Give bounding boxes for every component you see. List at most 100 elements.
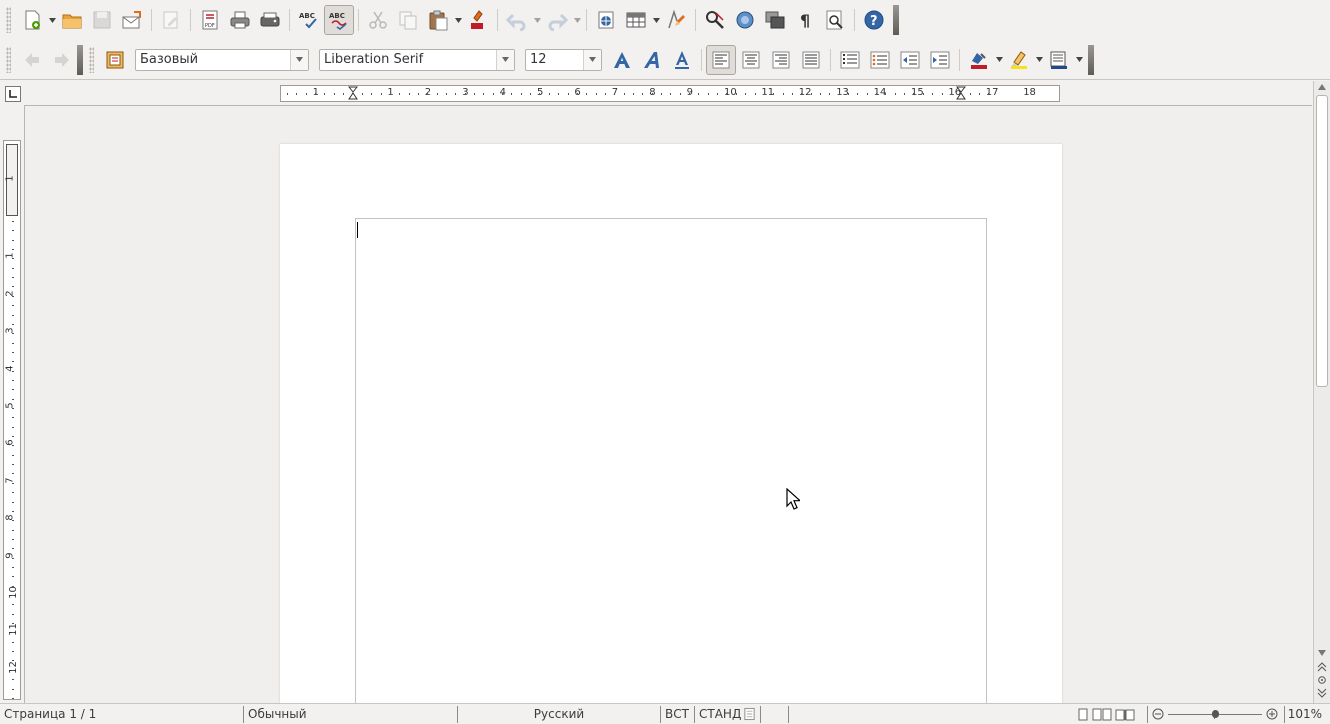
navigation-icon[interactable] <box>1317 675 1327 685</box>
digital-signature-indicator[interactable] <box>761 705 789 723</box>
redo-dropdown[interactable] <box>572 5 582 35</box>
document-page[interactable] <box>280 144 1062 703</box>
open-button[interactable] <box>57 5 87 35</box>
font-size-combo[interactable]: 12 <box>525 48 602 71</box>
indent-marker-icon[interactable] <box>348 86 358 100</box>
book-view-icon[interactable] <box>1115 708 1135 721</box>
paste-button[interactable] <box>423 5 453 35</box>
vertical-scrollbar[interactable] <box>1313 81 1330 703</box>
single-page-view-icon[interactable] <box>1077 708 1089 721</box>
clone-formatting-button[interactable] <box>463 5 493 35</box>
align-right-button[interactable] <box>766 45 796 75</box>
selection-mode-indicator[interactable]: СТАНД <box>695 706 741 723</box>
hyperlink-button[interactable] <box>591 5 621 35</box>
paragraph-style-dropdown[interactable] <box>290 49 308 70</box>
decrease-indent-button[interactable] <box>895 45 925 75</box>
indent-marker-icon[interactable] <box>956 86 967 100</box>
vertical-ruler[interactable]: 1 1 2 3 4 5 6 7 8 9 10 11 12 <box>3 140 21 718</box>
spelling-button[interactable]: ABC <box>294 5 324 35</box>
page-indicator[interactable]: Страница 1 / 1 <box>0 705 244 723</box>
navigator-button[interactable] <box>730 5 760 35</box>
underline-button[interactable] <box>667 45 697 75</box>
zoom-in-icon[interactable] <box>1266 708 1278 720</box>
multi-page-view-icon[interactable] <box>1092 708 1112 721</box>
font-name-combo[interactable]: Liberation Serif <box>319 48 515 71</box>
export-pdf-button[interactable]: PDF <box>195 5 225 35</box>
edit-mode-button[interactable] <box>156 5 186 35</box>
zoom-percentage-label: 101% <box>1287 707 1322 721</box>
toolbar-grip[interactable] <box>6 7 11 33</box>
highlight-dropdown[interactable] <box>1034 45 1044 75</box>
font-size-dropdown[interactable] <box>583 49 601 70</box>
zoom-slider-thumb[interactable] <box>1211 710 1219 718</box>
find-replace-button[interactable] <box>700 5 730 35</box>
chevron-down-icon <box>1035 57 1043 62</box>
forward-button[interactable] <box>47 45 77 75</box>
scroll-up-icon[interactable] <box>1318 84 1326 90</box>
insert-table-button[interactable] <box>621 5 651 35</box>
print-direct-button[interactable] <box>255 5 285 35</box>
undo-dropdown[interactable] <box>532 5 542 35</box>
tab-stop-selector[interactable] <box>5 86 21 102</box>
zoom-out-icon[interactable] <box>1152 708 1164 720</box>
toolbar-grip[interactable] <box>89 46 94 73</box>
previous-page-icon[interactable] <box>1317 662 1327 672</box>
highlight-button[interactable] <box>1004 45 1034 75</box>
text-cursor <box>357 222 358 238</box>
back-button[interactable] <box>17 45 47 75</box>
new-document-dropdown[interactable] <box>47 5 57 35</box>
background-color-button[interactable] <box>1044 45 1074 75</box>
scrollbar-thumb[interactable] <box>1316 95 1328 387</box>
redo-button[interactable] <box>542 5 572 35</box>
background-color-dropdown[interactable] <box>1074 45 1084 75</box>
show-draw-functions-button[interactable] <box>661 5 691 35</box>
toolbar-end-handle[interactable] <box>77 44 83 75</box>
insert-mode-indicator[interactable]: ВСТ <box>661 705 695 723</box>
undo-button[interactable] <box>502 5 532 35</box>
next-page-icon[interactable] <box>1317 688 1327 698</box>
copy-button[interactable] <box>393 5 423 35</box>
toolbar-end-handle[interactable] <box>1088 44 1094 75</box>
insert-table-dropdown[interactable] <box>651 5 661 35</box>
svg-text:PDF: PDF <box>205 23 215 29</box>
italic-button[interactable] <box>637 45 667 75</box>
gallery-button[interactable] <box>760 5 790 35</box>
horizontal-ruler[interactable]: 1123456789101112131415161718 <box>280 85 1060 102</box>
help-button[interactable]: ? <box>859 5 889 35</box>
numbering-button[interactable] <box>835 45 865 75</box>
new-document-button[interactable] <box>17 5 47 35</box>
paste-dropdown[interactable] <box>453 5 463 35</box>
text-boundaries[interactable] <box>355 218 987 703</box>
justify-button[interactable] <box>796 45 826 75</box>
save-button[interactable] <box>87 5 117 35</box>
zoom-percentage[interactable]: 101% <box>1284 705 1326 723</box>
zoom-slider[interactable] <box>1148 706 1284 723</box>
ruler-minor-tick <box>698 93 700 95</box>
styles-formatting-button[interactable] <box>100 45 130 75</box>
font-color-button[interactable] <box>964 45 994 75</box>
align-left-button[interactable] <box>706 44 736 75</box>
paragraph-style-combo[interactable]: Базовый <box>135 48 309 71</box>
cut-button[interactable] <box>363 5 393 35</box>
toolbar-end-handle[interactable] <box>893 5 899 35</box>
increase-indent-button[interactable] <box>925 45 955 75</box>
bullets-button[interactable] <box>865 45 895 75</box>
word-count-indicator[interactable] <box>789 706 1073 723</box>
font-color-dropdown[interactable] <box>994 45 1004 75</box>
autospellcheck-button[interactable]: ABC <box>324 5 354 35</box>
page-style-indicator[interactable]: Обычный <box>244 705 458 723</box>
formatting-marks-button[interactable]: ¶ <box>790 5 820 35</box>
ruler-minor-tick <box>12 651 14 653</box>
align-center-button[interactable] <box>736 45 766 75</box>
document-modified-indicator[interactable] <box>739 705 761 723</box>
font-name-dropdown[interactable] <box>496 49 514 70</box>
toolbar-grip[interactable] <box>6 46 11 73</box>
ruler-minor-tick <box>969 93 971 95</box>
language-indicator[interactable]: Русский <box>458 705 661 723</box>
send-email-button[interactable] <box>117 5 147 35</box>
print-button[interactable] <box>225 5 255 35</box>
bold-button[interactable] <box>607 45 637 75</box>
zoom-button[interactable] <box>820 5 850 35</box>
zoom-track[interactable] <box>1168 708 1262 720</box>
scroll-down-icon[interactable] <box>1318 650 1326 656</box>
